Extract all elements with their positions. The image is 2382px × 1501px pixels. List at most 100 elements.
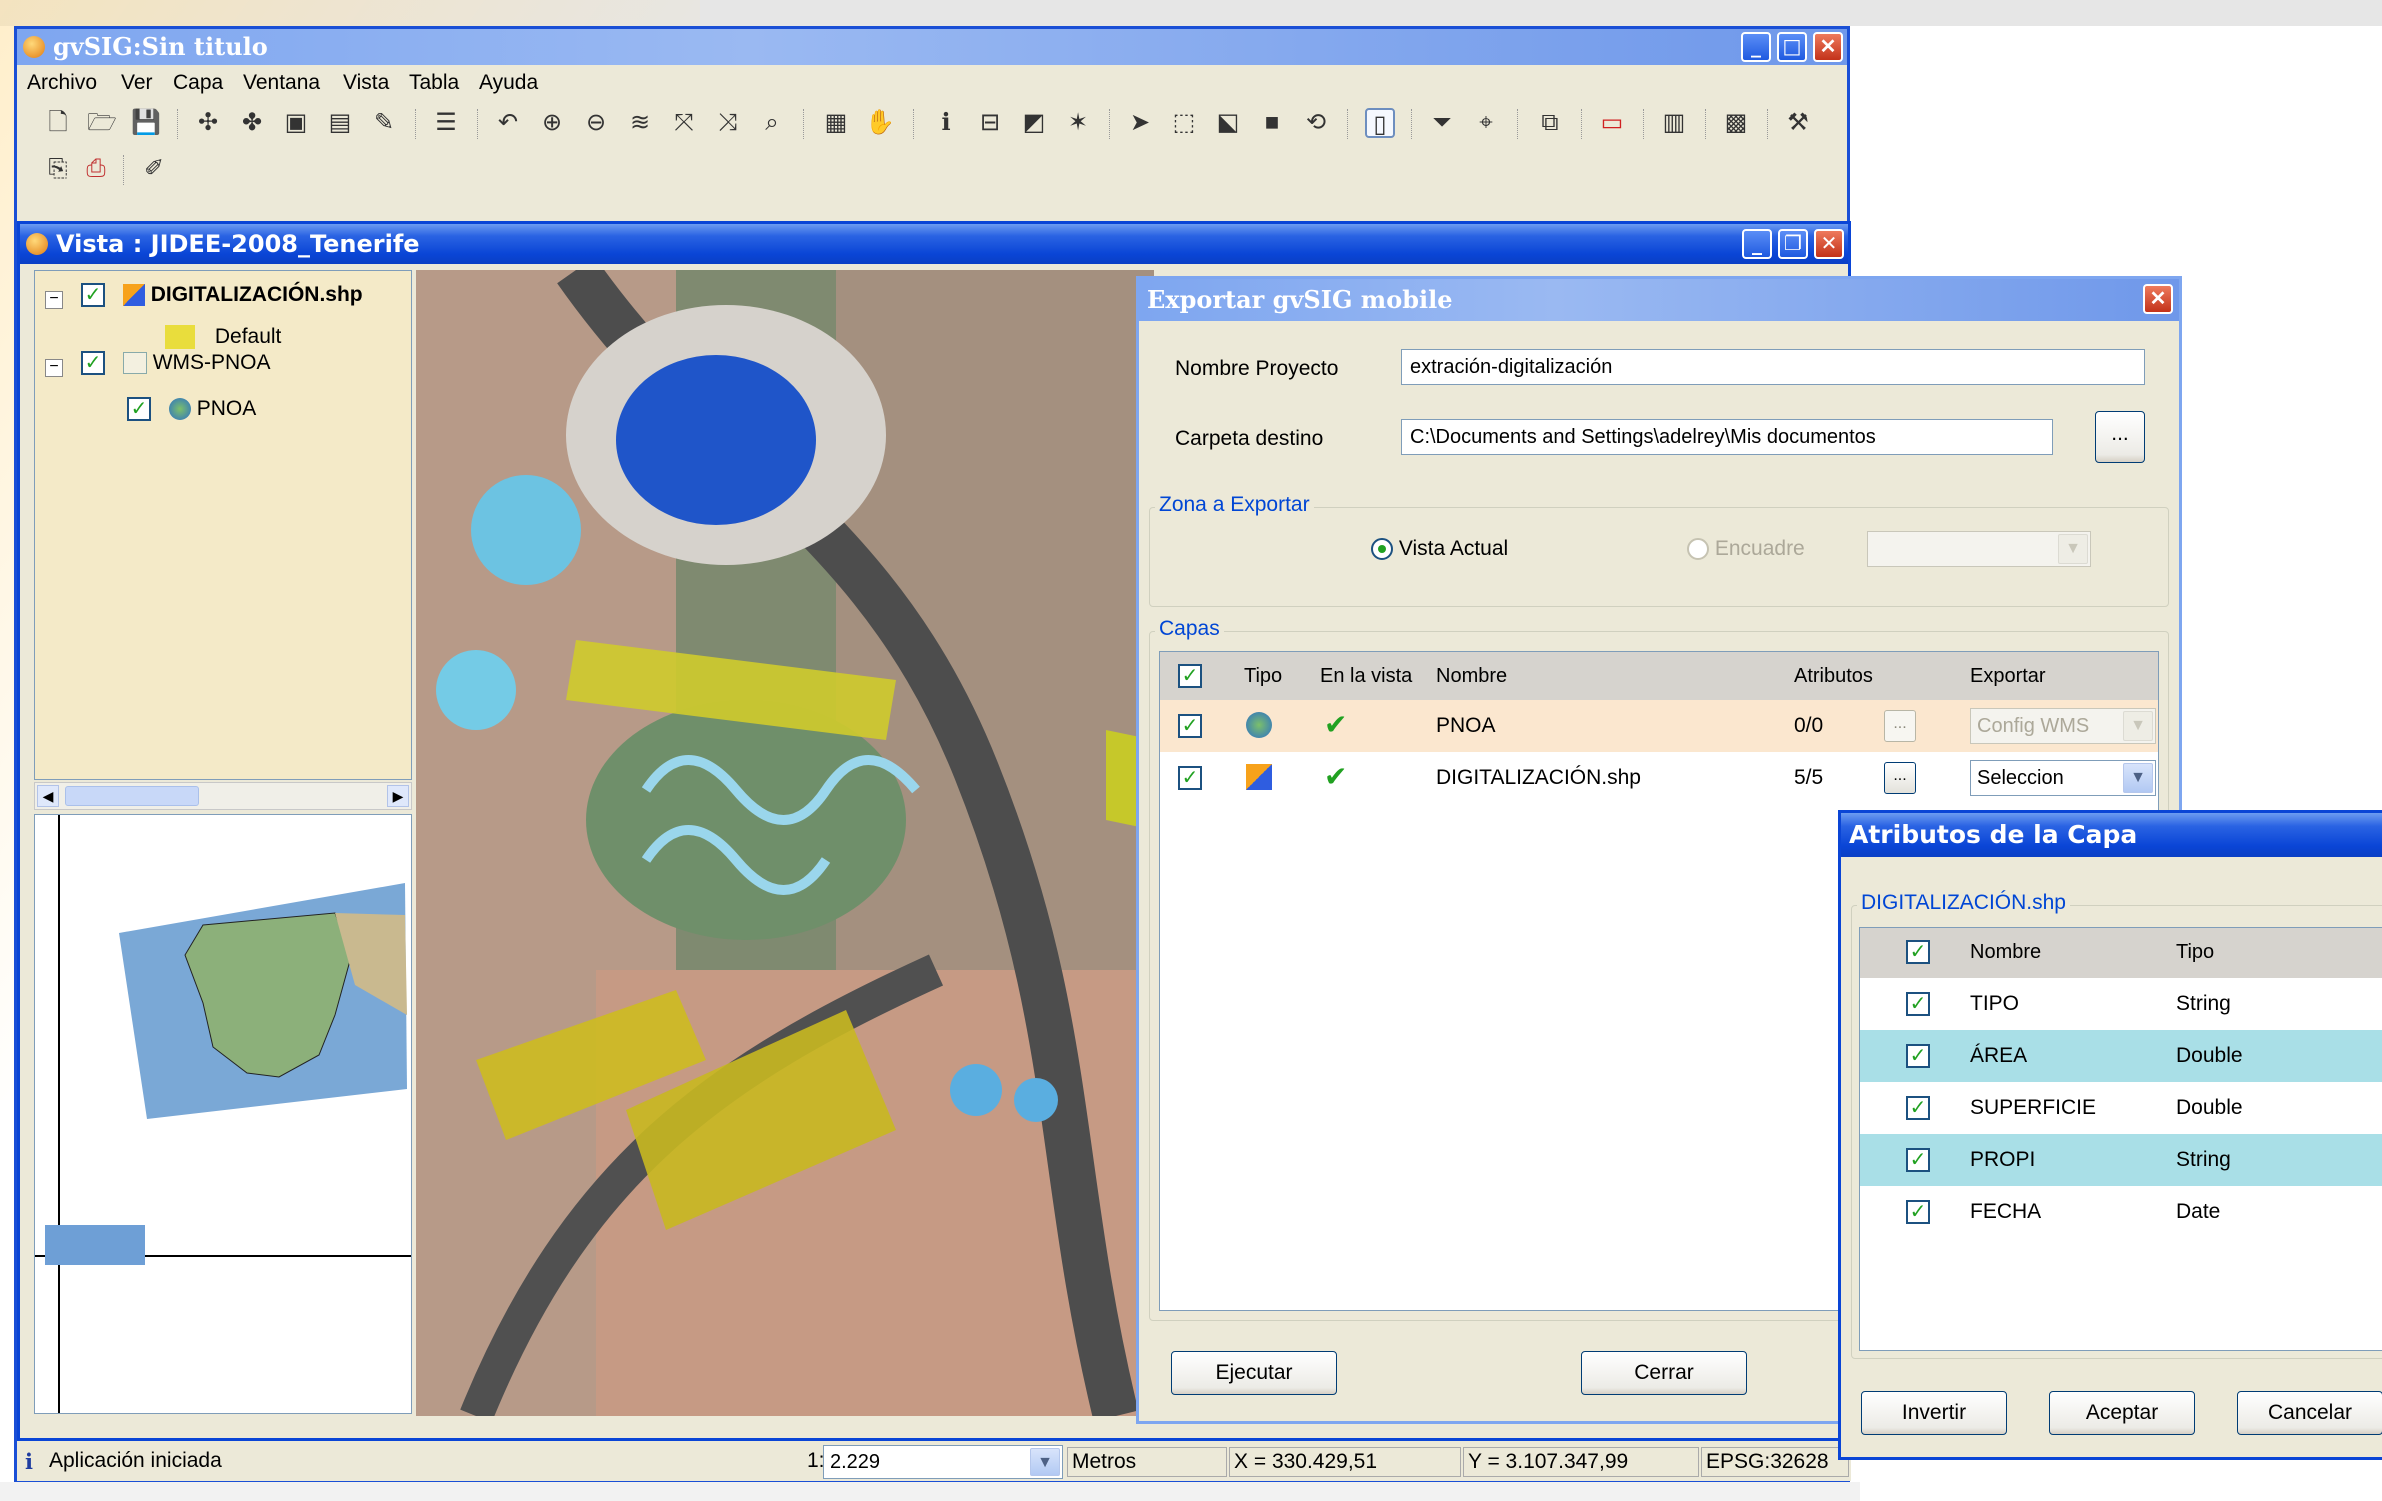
pan-hand-icon[interactable]: ✋: [865, 108, 895, 138]
table-row[interactable]: [1860, 1082, 2382, 1134]
tools-icon[interactable]: ⚒: [1783, 108, 1813, 138]
scroll-thumb[interactable]: [65, 786, 199, 806]
scroll-left-icon[interactable]: ◀: [37, 785, 59, 807]
filter-icon[interactable]: ⏷: [1427, 108, 1457, 138]
minimize-icon[interactable]: _: [1741, 32, 1771, 62]
rectangle-icon[interactable]: ▭: [1597, 108, 1627, 138]
chevron-down-icon[interactable]: ▼: [1030, 1448, 1060, 1476]
browse-button[interactable]: ...: [2095, 411, 2145, 463]
paint-icon[interactable]: ✎: [369, 108, 399, 138]
zoom-all-icon[interactable]: ⌕: [757, 108, 787, 138]
edit-icon[interactable]: ✐: [139, 154, 169, 184]
locator-icon[interactable]: ⧉: [1535, 108, 1565, 138]
toc-scrollbar[interactable]: ◀ ▶: [34, 782, 412, 810]
checkbox[interactable]: ✓: [1906, 1096, 1930, 1120]
scale-combo[interactable]: 2.229 ▼: [823, 1445, 1063, 1479]
checkbox[interactable]: ✓: [81, 283, 105, 307]
menu-archivo[interactable]: Archivo: [27, 71, 97, 95]
select-all-checkbox[interactable]: ✓: [1178, 664, 1202, 688]
menu-ventana[interactable]: Ventana: [243, 71, 320, 95]
copy-page-icon[interactable]: ⎘: [43, 154, 73, 184]
measure-icon[interactable]: ⊟: [975, 108, 1005, 138]
destination-folder-input[interactable]: C:\Documents and Settings\adelrey\Mis do…: [1401, 419, 2053, 455]
save-icon[interactable]: 💾: [131, 108, 161, 138]
frame-combo[interactable]: ▼: [1867, 531, 2091, 567]
zone-frame-option[interactable]: Encuadre: [1687, 537, 1805, 561]
menu-tabla[interactable]: Tabla: [409, 71, 459, 95]
zoom-previous-icon[interactable]: ↶: [493, 108, 523, 138]
toc-layer-pnoa[interactable]: ✓ PNOA: [127, 397, 256, 421]
close-icon[interactable]: ✕: [1813, 32, 1843, 62]
main-title-bar[interactable]: gvSIG:Sin titulo _ □ ✕: [17, 29, 1847, 65]
checkbox[interactable]: ✓: [1178, 714, 1202, 738]
table-row[interactable]: [1860, 978, 2382, 1030]
export-dialog-title-bar[interactable]: Exportar gvSIG mobile ✕: [1139, 279, 2179, 321]
toc-layer-digitalizacion[interactable]: ✓ DIGITALIZACIÓN.shp: [81, 283, 363, 307]
attributes-button[interactable]: ...: [1884, 762, 1916, 794]
close-icon[interactable]: ✕: [2143, 284, 2173, 314]
view-close-icon[interactable]: ✕: [1814, 229, 1844, 259]
toc-layer-wms-pnoa[interactable]: ✓ WMS-PNOA: [81, 351, 271, 375]
zoom-in-fixed-icon[interactable]: ⤧: [669, 108, 699, 138]
overview-map[interactable]: [34, 814, 412, 1414]
checkbox[interactable]: ✓: [1906, 1044, 1930, 1068]
new-file-icon[interactable]: 🗋: [43, 108, 73, 138]
checkbox[interactable]: ✓: [81, 351, 105, 375]
export-combo[interactable]: Config WMS ▼: [1970, 708, 2156, 744]
table-view-icon[interactable]: ▥: [1659, 108, 1689, 138]
attr-dialog-title-bar[interactable]: Atributos de la Capa: [1841, 813, 2382, 857]
chevron-down-icon[interactable]: ▼: [2058, 534, 2088, 564]
grid-icon[interactable]: ▩: [1721, 108, 1751, 138]
map-canvas[interactable]: [416, 270, 1154, 1416]
checkbox[interactable]: ✓: [1906, 1200, 1930, 1224]
table-row[interactable]: [1860, 1186, 2382, 1238]
cancel-button[interactable]: Cancelar: [2237, 1391, 2382, 1435]
run-button[interactable]: Ejecutar: [1171, 1351, 1337, 1395]
map-icon[interactable]: ▣: [281, 108, 311, 138]
open-folder-icon[interactable]: 🗁: [87, 108, 117, 138]
project-name-input[interactable]: extración-digitalización: [1401, 349, 2145, 385]
zone-current-option[interactable]: Vista Actual: [1371, 537, 1508, 561]
view-minimize-icon[interactable]: _: [1742, 229, 1772, 259]
checkbox[interactable]: ✓: [1906, 992, 1930, 1016]
table-icon[interactable]: ▤: [325, 108, 355, 138]
attributes-button[interactable]: ...: [1884, 710, 1916, 742]
zoom-out-icon[interactable]: ⊖: [581, 108, 611, 138]
collapse-icon[interactable]: −: [45, 359, 63, 377]
layer-list-icon[interactable]: ☰: [431, 108, 461, 138]
select-polygon-icon[interactable]: ⬕: [1213, 108, 1243, 138]
radio-button[interactable]: [1371, 538, 1393, 561]
frame-icon[interactable]: ▦: [821, 108, 851, 138]
table-row[interactable]: [1860, 1030, 2382, 1082]
checkbox[interactable]: ✓: [1178, 766, 1202, 790]
hyperlink-icon[interactable]: ✶: [1063, 108, 1093, 138]
export-combo[interactable]: Seleccion ▼: [1970, 760, 2156, 796]
accept-button[interactable]: Aceptar: [2049, 1391, 2195, 1435]
menu-vista[interactable]: Vista: [343, 71, 389, 95]
close-button[interactable]: Cerrar: [1581, 1351, 1747, 1395]
view-restore-icon[interactable]: ❐: [1778, 229, 1808, 259]
info-icon[interactable]: ℹ: [931, 108, 961, 138]
add-event-layer-icon[interactable]: ✤: [237, 108, 267, 138]
invert-button[interactable]: Invertir: [1861, 1391, 2007, 1435]
view-title-bar[interactable]: Vista : JIDEE-2008_Tenerife _ ❐ ✕: [20, 224, 1848, 264]
menu-ayuda[interactable]: Ayuda: [479, 71, 538, 95]
select-all-checkbox[interactable]: ✓: [1906, 940, 1930, 964]
select-pointer-icon[interactable]: ➤: [1125, 108, 1155, 138]
select-layer-icon[interactable]: ■: [1257, 108, 1287, 138]
radio-button[interactable]: [1687, 538, 1709, 561]
menu-ver[interactable]: Ver: [121, 71, 153, 95]
gvsig-mobile-export-icon[interactable]: ▯: [1365, 108, 1395, 138]
zoom-selection-icon[interactable]: ⌖: [1471, 108, 1501, 138]
add-layer-icon[interactable]: ✣: [193, 108, 223, 138]
zoom-out-fixed-icon[interactable]: ⤨: [713, 108, 743, 138]
checkbox[interactable]: ✓: [127, 397, 151, 421]
checkbox[interactable]: ✓: [1906, 1148, 1930, 1172]
invert-selection-icon[interactable]: ⟲: [1301, 108, 1331, 138]
zoom-layer-icon[interactable]: ≋: [625, 108, 655, 138]
collapse-icon[interactable]: −: [45, 291, 63, 309]
maximize-icon[interactable]: □: [1777, 32, 1807, 62]
chevron-down-icon[interactable]: ▼: [2123, 763, 2153, 793]
menu-capa[interactable]: Capa: [173, 71, 223, 95]
pdf-icon[interactable]: ⎙: [81, 154, 111, 184]
